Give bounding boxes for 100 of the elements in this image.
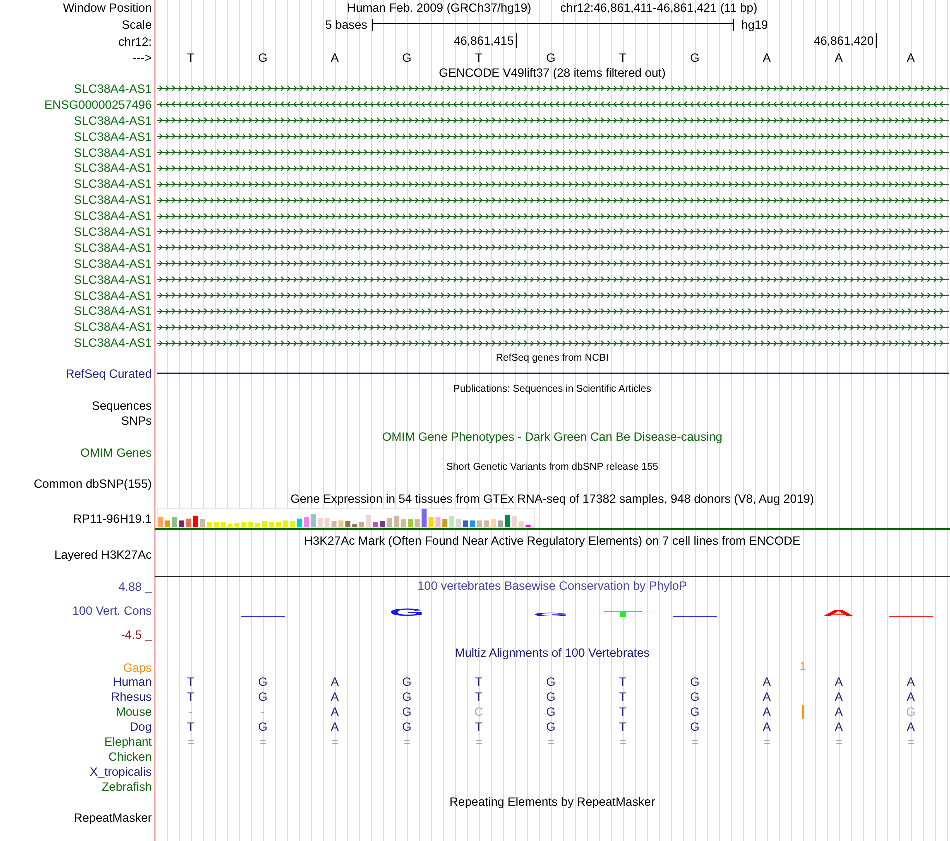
gene-label: SLC38A4-AS1 (74, 161, 152, 176)
species-label: Rhesus (111, 690, 152, 704)
track-title: Short Genetic Variants from dbSNP release 155 (446, 461, 658, 476)
expression-bar (228, 524, 233, 528)
aligned-base: T (187, 690, 195, 704)
aligned-base: A (834, 704, 843, 719)
track-label: Sequences (92, 398, 152, 413)
expression-bar (318, 518, 323, 528)
aligned-base: T (475, 720, 483, 734)
aligned-base: A (330, 720, 339, 734)
assembly-title: Human Feb. 2009 (GRCh37/hg19) (347, 1, 532, 15)
species-label: X_tropicalis (90, 764, 152, 779)
base-letter: A (330, 50, 339, 64)
species-label: Zebrafish (102, 780, 152, 794)
expression-bar (158, 518, 164, 528)
expression-bar (456, 519, 462, 528)
aligned-base: - (189, 704, 193, 719)
aligned-base: T (619, 674, 627, 689)
gene-label: SLC38A4-AS1 (74, 130, 152, 144)
aligned-base: G (690, 720, 700, 734)
aligned-base: G (402, 704, 412, 719)
expression-bar (463, 520, 468, 528)
gene-label: SLC38A4-AS1 (74, 146, 152, 160)
aligned-base: A (762, 704, 771, 719)
expression-bar (366, 515, 372, 528)
aligned-base: G (402, 674, 412, 689)
gene-label: SLC38A4-AS1 (74, 224, 152, 239)
track-label: Layered H3K27Ac (54, 548, 152, 562)
expression-bar (242, 522, 247, 528)
aligned-base: = (547, 734, 554, 749)
aligned-base: = (331, 734, 338, 749)
aligned-base: - (261, 704, 265, 719)
gene-label: SLC38A4-AS1 (74, 336, 152, 350)
track-label: RP11-96H19.1 (74, 512, 152, 526)
species-label: Chicken (108, 750, 152, 764)
expression-bar (200, 519, 206, 528)
aligned-base: G (546, 720, 556, 734)
row-label: ---> (133, 50, 152, 64)
track-label: SNPs (121, 414, 152, 428)
aligned-base: T (475, 674, 483, 689)
axis-min-label: -4.5 _ (121, 628, 152, 642)
expression-bar (290, 522, 296, 528)
base-letter: G (690, 50, 700, 64)
aligned-base: G (258, 720, 268, 734)
row-label: chr12: (118, 34, 152, 48)
gene-label: SLC38A4-AS1 (74, 209, 152, 224)
expression-bar (505, 515, 510, 528)
coordinate-label: 46,861,420 (814, 34, 874, 48)
scale-text: 5 bases (325, 18, 368, 32)
expression-bar (470, 520, 476, 528)
expression-bar (276, 522, 282, 528)
aligned-base: = (475, 734, 482, 749)
aligned-base: = (835, 734, 842, 749)
expression-bar (442, 519, 448, 528)
species-label: Human (113, 674, 152, 689)
aligned-base: G (690, 690, 700, 704)
gene-label: SLC38A4-AS1 (74, 193, 152, 208)
aligned-base: T (187, 720, 195, 734)
expression-bar (428, 517, 434, 528)
aligned-base: A (906, 720, 915, 734)
aligned-base: G (402, 690, 412, 704)
conservation-letter: G (389, 609, 425, 618)
expression-bar (450, 516, 455, 528)
expression-bar (332, 521, 337, 528)
aligned-base: T (475, 690, 483, 704)
gene-label: SLC38A4-AS1 (74, 272, 152, 287)
expression-bar (324, 518, 330, 528)
species-label: Elephant (104, 734, 152, 749)
insertion-mark (802, 704, 804, 719)
species-label: Mouse (116, 704, 152, 719)
track-title: OMIM Gene Phenotypes - Dark Green Can Be Disease-causing (382, 430, 723, 444)
expression-bar (297, 519, 302, 528)
base-letter: G (546, 50, 556, 64)
base-letter: A (762, 50, 771, 64)
track-label: RepeatMasker (74, 811, 152, 826)
expression-bar (526, 525, 531, 528)
expression-bar (214, 522, 219, 528)
aligned-base: A (330, 704, 339, 719)
expression-bar (234, 524, 240, 528)
track-title: 100 vertebrates Basewise Conservation by PhyloP (418, 579, 688, 594)
aligned-base: T (187, 674, 195, 689)
aligned-base: A (906, 674, 915, 689)
expression-bar (283, 520, 288, 528)
aligned-base: A (762, 674, 771, 689)
expression-bar (387, 518, 392, 528)
aligned-base: = (619, 734, 626, 749)
aligned-base: T (619, 704, 627, 719)
aligned-base: A (330, 674, 339, 689)
aligned-base: G (690, 674, 700, 689)
track-label: 100 Vert. Cons (72, 604, 152, 618)
track-title: H3K27Ac Mark (Often Found Near Active Regulatory Elements) on 7 cell lines from ENCODE (304, 534, 801, 548)
expression-bar (165, 520, 170, 528)
ruler-tick (516, 33, 517, 48)
aligned-base: G (906, 704, 916, 719)
gene-label: SLC38A4-AS1 (74, 114, 152, 128)
aligned-base: A (330, 690, 339, 704)
aligned-base: G (258, 690, 268, 704)
aligned-base: A (762, 690, 771, 704)
track-label: Common dbSNP(155) (34, 476, 152, 491)
aligned-base: G (402, 720, 412, 734)
